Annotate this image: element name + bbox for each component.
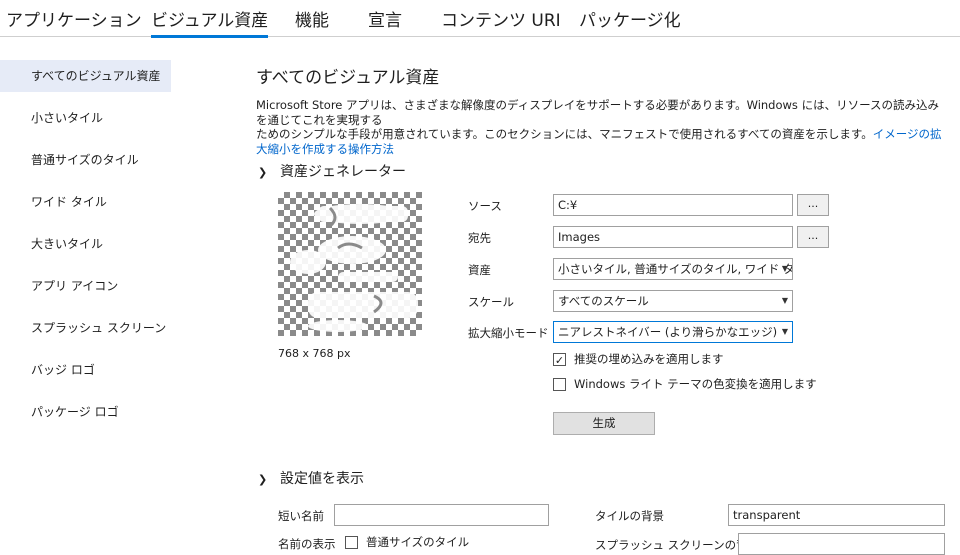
source-input[interactable]: C:¥	[553, 194, 793, 216]
short-name-label: 短い名前	[278, 509, 324, 523]
lighttheme-checkbox[interactable]	[553, 378, 566, 391]
tile-background-input[interactable]: transparent	[728, 504, 945, 526]
lighttheme-checkbox-row[interactable]: Windows ライト テーマの色変換を適用します	[553, 376, 817, 392]
destination-browse-button[interactable]: ...	[797, 226, 829, 248]
tab-content-uri[interactable]: コンテンツ URI	[441, 6, 561, 31]
padding-checkbox[interactable]: ✓	[553, 353, 566, 367]
show-name-label: 名前の表示	[278, 537, 336, 551]
source-label: ソース	[468, 199, 502, 213]
page-title: すべてのビジュアル資産	[256, 68, 440, 88]
asset-generator-section-header[interactable]: ❯ 資産ジェネレーター	[258, 161, 406, 181]
short-name-input[interactable]	[334, 504, 549, 526]
tab-visual-assets[interactable]: ビジュアル資産	[151, 6, 269, 38]
default-values-section-label: 設定値を表示	[280, 471, 364, 487]
scale-dropdown[interactable]: すべてのスケール ▼	[553, 290, 793, 312]
chevron-down-icon: ❯	[258, 165, 268, 179]
preview-logo-shape	[290, 204, 418, 332]
show-name-checkbox-row[interactable]: 普通サイズのタイル	[345, 534, 469, 550]
tab-packaging[interactable]: パッケージ化	[579, 6, 681, 31]
show-name-checkbox[interactable]	[345, 536, 358, 549]
assets-dropdown[interactable]: 小さいタイル, 普通サイズのタイル, ワイド タイ... ▼	[553, 258, 793, 280]
description-line2: ためのシンプルな手段が用意されています。このセクションには、マニフェストで使用さ…	[256, 127, 873, 141]
tab-capabilities[interactable]: 機能	[295, 6, 329, 31]
description-line1: Microsoft Store アプリは、さまざまな解像度のディスプレイをサポー…	[256, 98, 939, 127]
generate-button[interactable]: 生成	[553, 412, 655, 435]
chevron-down-icon: ❯	[258, 472, 268, 486]
default-values-section-header[interactable]: ❯ 設定値を表示	[258, 468, 364, 488]
chevron-down-icon: ▼	[781, 296, 788, 305]
tab-application[interactable]: アプリケーション	[6, 6, 142, 31]
scaling-mode-label: 拡大縮小モード	[468, 326, 549, 340]
tile-background-label: タイルの背景	[595, 509, 664, 523]
lighttheme-checkbox-label: Windows ライト テーマの色変換を適用します	[574, 377, 817, 391]
tab-declarations[interactable]: 宣言	[368, 6, 402, 31]
sidebar-item-all-visual-assets[interactable]: すべてのビジュアル資産	[0, 60, 171, 92]
destination-label: 宛先	[468, 231, 491, 245]
scale-dropdown-value: すべてのスケール	[558, 294, 649, 308]
sidebar-item-package-logo[interactable]: パッケージ ロゴ	[0, 396, 171, 428]
scaling-mode-dropdown[interactable]: ニアレストネイバー (より滑らかなエッジ) ▼	[553, 321, 793, 343]
padding-checkbox-row[interactable]: ✓ 推奨の埋め込みを適用します	[553, 351, 724, 367]
scale-label: スケール	[468, 295, 514, 309]
assets-dropdown-value: 小さいタイル, 普通サイズのタイル, ワイド タイ...	[558, 262, 793, 276]
sidebar-item-badge-logo[interactable]: バッジ ロゴ	[0, 354, 171, 386]
sidebar-item-small-tile[interactable]: 小さいタイル	[0, 102, 171, 134]
destination-input[interactable]: Images	[553, 226, 793, 248]
description: Microsoft Store アプリは、さまざまな解像度のディスプレイをサポー…	[256, 98, 950, 156]
sidebar-item-wide-tile[interactable]: ワイド タイル	[0, 186, 171, 218]
tab-bar: アプリケーション ビジュアル資産 機能 宣言 コンテンツ URI パッケージ化	[0, 0, 960, 38]
asset-generator-section-label: 資産ジェネレーター	[280, 164, 406, 180]
sidebar-item-app-icon[interactable]: アプリ アイコン	[0, 270, 171, 302]
assets-label: 資産	[468, 263, 491, 277]
source-browse-button[interactable]: ...	[797, 194, 829, 216]
chevron-down-icon: ▼	[781, 264, 788, 273]
sidebar-item-medium-tile[interactable]: 普通サイズのタイル	[0, 144, 171, 176]
chevron-down-icon: ▼	[781, 327, 788, 336]
asset-preview-image	[278, 192, 422, 336]
sidebar-item-large-tile[interactable]: 大きいタイル	[0, 228, 171, 260]
padding-checkbox-label: 推奨の埋め込みを適用します	[574, 352, 724, 366]
splash-background-label: スプラッシュ スクリーンの背景	[595, 538, 760, 552]
scaling-mode-dropdown-value: ニアレストネイバー (より滑らかなエッジ)	[558, 325, 778, 339]
sidebar-item-splash-screen[interactable]: スプラッシュ スクリーン	[0, 312, 171, 344]
preview-dimensions: 768 x 768 px	[278, 347, 351, 360]
splash-background-input[interactable]	[738, 533, 945, 555]
